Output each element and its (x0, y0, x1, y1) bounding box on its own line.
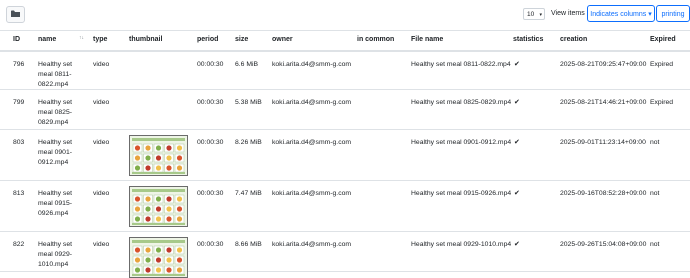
cell-period: 00:00:30 (197, 99, 224, 106)
cell-owner: koki.arita.d4@smm-g.com (272, 241, 352, 248)
col-header-creation[interactable]: creation (560, 36, 587, 43)
print-button[interactable]: printing (656, 5, 690, 22)
table-row[interactable]: 803 Healthy set meal 0901-0912.mp4 video 00… (0, 130, 690, 181)
cell-creation: 2025-08-21T14:46:21+09:00 (560, 99, 647, 106)
chevron-down-icon: ▾ (539, 12, 542, 18)
table-row[interactable]: 813 Healthy set meal 0915-0926.mp4 video 00… (0, 181, 690, 232)
cell-file-name: Healthy set meal 0901-0912.mp4 (411, 139, 512, 146)
cell-size: 8.66 MiB (235, 241, 262, 248)
cell-type: video (93, 61, 110, 68)
cell-expired: not (650, 241, 660, 248)
cell-file-name: Healthy set meal 0929-1010.mp4 (411, 241, 512, 248)
cell-expired: Expired (650, 61, 674, 68)
check-icon: ✔ (514, 190, 520, 197)
col-header-id[interactable]: ID (13, 36, 20, 43)
cell-creation: 2025-09-16T08:52:28+09:00 (560, 190, 647, 197)
cell-period: 00:00:30 (197, 190, 224, 197)
cell-size: 7.47 MiB (235, 190, 262, 197)
col-header-thumbnail[interactable]: thumbnail (129, 36, 162, 43)
cell-id: 822 (13, 241, 25, 248)
folder-icon (11, 10, 20, 19)
per-page-value: 10 (527, 11, 535, 18)
cell-owner: koki.arita.d4@smm-g.com (272, 190, 352, 197)
thumbnail-image[interactable] (129, 237, 188, 278)
cell-expired: not (650, 139, 660, 146)
cell-name[interactable]: Healthy set meal 0901-0912.mp4 (38, 138, 86, 168)
cell-file-name: Healthy set meal 0825-0829.mp4 (411, 99, 512, 106)
cell-period: 00:00:30 (197, 241, 224, 248)
check-icon: ✔ (514, 241, 520, 248)
cell-creation: 2025-09-26T15:04:08+09:00 (560, 241, 647, 248)
cell-creation: 2025-09-01T11:23:14+09:00 (560, 139, 646, 146)
cell-expired: not (650, 190, 660, 197)
cell-type: video (93, 139, 110, 146)
col-header-expired[interactable]: Expired (650, 36, 676, 43)
col-header-type[interactable]: type (93, 36, 107, 43)
cell-id: 813 (13, 190, 25, 197)
cell-owner: koki.arita.d4@smm-g.com (272, 139, 352, 146)
cell-size: 5.38 MiB (235, 99, 262, 106)
cell-name[interactable]: Healthy set meal 0825-0829.mp4 (38, 98, 86, 128)
check-icon: ✔ (514, 61, 520, 68)
table-row[interactable]: 822 Healthy set meal 0929-1010.mp4 video 00… (0, 232, 690, 278)
col-header-owner[interactable]: owner (272, 36, 293, 43)
cell-id: 799 (13, 99, 25, 106)
media-table: ID name ↑↓ type thumbnail period size ow… (0, 30, 690, 278)
cell-file-name: Healthy set meal 0811-0822.mp4 (411, 61, 511, 68)
check-icon: ✔ (514, 139, 520, 146)
col-header-size[interactable]: size (235, 36, 248, 43)
table-row[interactable]: 799 Healthy set meal 0825-0829.mp4 video 00… (0, 90, 690, 130)
col-header-in-common[interactable]: in common (357, 36, 394, 43)
cell-file-name: Healthy set meal 0915-0926.mp4 (411, 190, 512, 197)
indicates-columns-label: Indicates columns (590, 11, 647, 18)
thumbnail-image[interactable] (129, 135, 188, 176)
cell-period: 00:00:30 (197, 139, 224, 146)
cell-id: 796 (13, 61, 25, 68)
caret-down-icon: ▾ (648, 11, 652, 18)
cell-period: 00:00:30 (197, 61, 224, 68)
cell-owner: koki.arita.d4@smm-g.com (272, 61, 352, 68)
col-header-name[interactable]: name (38, 36, 56, 43)
cell-creation: 2025-08-21T09:25:47+09:00 (560, 61, 647, 68)
cell-expired: Expired (650, 99, 674, 106)
toolbar: 10 ▾ View items Indicates columns ▾ prin… (0, 0, 690, 30)
cell-size: 6.6 MiB (235, 61, 259, 68)
folder-button[interactable] (6, 6, 25, 23)
table-body: 796 Healthy set meal 0811-0822.mp4 video 00… (0, 52, 690, 278)
sort-icon[interactable]: ↑↓ (79, 35, 84, 41)
col-header-statistics[interactable]: statistics (513, 36, 543, 43)
cell-type: video (93, 190, 110, 197)
thumbnail-image[interactable] (129, 186, 188, 227)
cell-name[interactable]: Healthy set meal 0915-0926.mp4 (38, 189, 86, 219)
indicates-columns-button[interactable]: Indicates columns ▾ (587, 5, 655, 22)
cell-size: 8.26 MiB (235, 139, 262, 146)
cell-name[interactable]: Healthy set meal 0929-1010.mp4 (38, 240, 86, 270)
cell-id: 803 (13, 139, 25, 146)
col-header-period[interactable]: period (197, 36, 218, 43)
check-icon: ✔ (514, 99, 520, 106)
cell-type: video (93, 99, 110, 106)
cell-owner: koki.arita.d4@smm-g.com (272, 99, 352, 106)
cell-type: video (93, 241, 110, 248)
view-items-label: View items (551, 10, 585, 17)
table-row[interactable]: 796 Healthy set meal 0811-0822.mp4 video 00… (0, 52, 690, 90)
per-page-select[interactable]: 10 ▾ (523, 8, 545, 20)
table-header: ID name ↑↓ type thumbnail period size ow… (0, 30, 690, 52)
cell-name[interactable]: Healthy set meal 0811-0822.mp4 (38, 60, 86, 90)
col-header-file-name[interactable]: File name (411, 36, 443, 43)
